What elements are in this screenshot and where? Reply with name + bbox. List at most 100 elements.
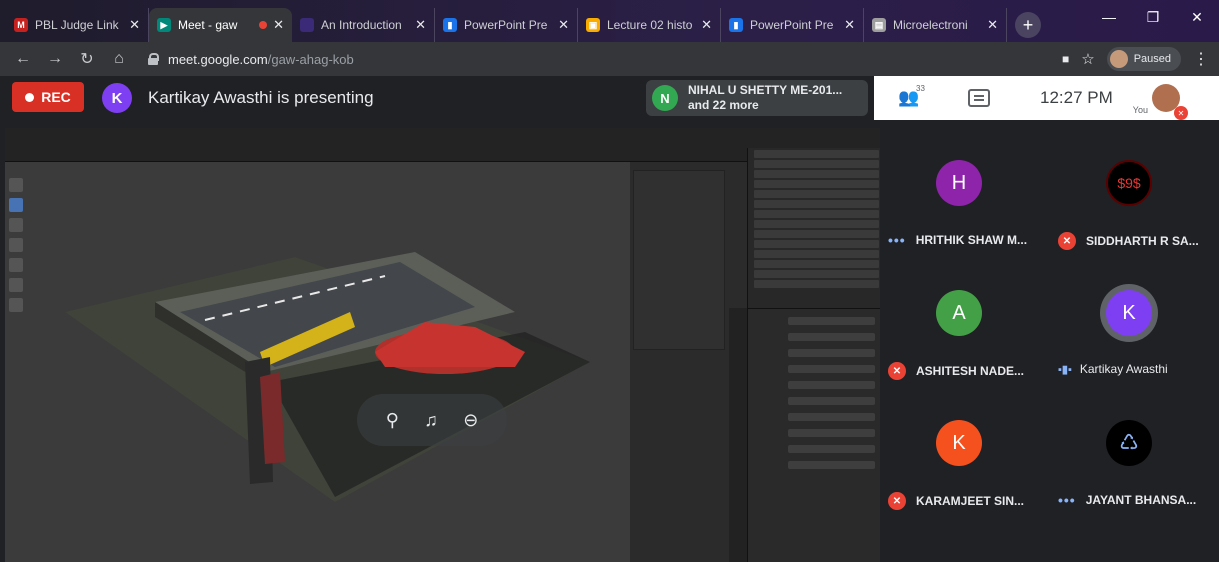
tab-title: PowerPoint Pre [750,18,834,32]
remove-icon[interactable]: ⊖ [463,410,478,431]
browser-tab-bar: M PBL Judge Link ✕ ▶ Meet - gaw ✕ An Int… [0,0,1219,42]
close-icon[interactable]: ✕ [987,17,998,33]
participant-name: KARAMJEET SIN... [916,494,1025,508]
blender-toolbar [9,178,27,318]
reload-icon[interactable]: ↻ [74,49,100,69]
select-tool-icon [9,178,23,192]
avatar: N [652,85,678,111]
overflow-name: NIHAL U SHETTY ME-201... [688,83,843,97]
participant-tile[interactable]: A ✕ ASHITESH NADE... [880,264,1050,394]
url-field[interactable]: meet.google.com/gaw-ahag-kob [148,52,354,67]
document-icon: ▮ [443,18,457,32]
participant-tile[interactable]: K ▪▮▪ Kartikay Awasthi [1050,264,1219,394]
you-label: You [1132,105,1148,115]
move-tool-icon [9,198,23,212]
self-avatar[interactable]: ✕ [1151,84,1188,120]
3d-scene [65,252,590,502]
overflow-more: and 22 more [688,98,759,112]
gmail-icon: M [14,18,28,32]
page-icon: ▤ [872,18,886,32]
presenter-info: K Kartikay Awasthi is presenting [102,83,374,113]
presenter-hover-controls: ⚲ ♫ ⊖ [357,394,507,446]
home-icon[interactable]: ⌂ [106,50,132,68]
blender-properties-tabs [729,308,747,562]
participant-tile[interactable]: $9$ ✕ SIDDHARTH R SA... [1050,134,1219,264]
participant-tile[interactable]: H ••• HRITHIK SHAW M... [880,134,1050,264]
mic-off-icon: ✕ [888,492,906,510]
presentation-stage: ⚲ ♫ ⊖ [5,128,885,562]
tab-title: Lecture 02 histo [607,18,693,32]
forward-icon[interactable]: → [42,50,68,68]
avatar: K [102,83,132,113]
tab-title: Meet - gaw [178,18,238,32]
overflow-participants-chip[interactable]: N NIHAL U SHETTY ME-201... and 22 more [646,80,868,116]
mic-off-icon: ✕ [1058,232,1076,250]
tab-introduction[interactable]: An Introduction ✕ [292,8,435,42]
avatar: K [936,420,982,466]
pin-icon[interactable]: ⚲ [386,410,399,431]
mute-icon[interactable]: ♫ [424,410,438,431]
lock-icon[interactable] [148,53,159,65]
meeting-clock: 12:27 PM [1040,88,1113,107]
blender-viewport: ⚲ ♫ ⊖ [5,162,630,562]
logo-avatar-icon: ♺ [1106,420,1152,466]
participant-name: HRITHIK SHAW M... [915,233,1028,247]
url-path: /gaw-ahag-kob [267,51,354,67]
minimize-icon[interactable]: — [1087,0,1131,34]
page-icon [300,18,314,32]
participant-tile[interactable]: ♺ ••• JAYANT BHANSA... [1050,394,1219,524]
tab-microelectronics[interactable]: ▤ Microelectroni ✕ [864,8,1007,42]
avatar: K [1106,290,1152,336]
maximize-icon[interactable]: ❐ [1131,0,1175,34]
meet-controls-bar: 👥 33 12:27 PM You ✕ [874,76,1219,120]
camera-icon[interactable]: ■ [1062,52,1069,66]
new-tab-button[interactable]: + [1015,12,1041,38]
rotate-tool-icon [9,218,23,232]
close-icon[interactable]: ✕ [558,17,569,33]
tab-title: Microelectroni [893,18,968,32]
participant-grid: H ••• HRITHIK SHAW M... $9$ ✕ SIDDHARTH R … [880,120,1219,562]
blender-properties [747,308,885,562]
tab-title: PowerPoint Pre [464,18,548,32]
tab-title: An Introduction [321,18,402,32]
close-icon[interactable]: ✕ [844,17,855,33]
tab-powerpoint-1[interactable]: ▮ PowerPoint Pre ✕ [435,8,578,42]
avatar: $9$ [1106,160,1152,206]
avatar [1109,50,1128,68]
transform-tool-icon [9,258,23,272]
participant-name: SIDDHARTH R SA... [1086,234,1199,248]
document-icon: ▮ [729,18,743,32]
more-options-icon[interactable]: ••• [1058,492,1076,508]
profile-status: Paused [1133,53,1171,65]
tab-meet[interactable]: ▶ Meet - gaw ✕ [149,8,292,42]
tab-pbl-judge[interactable]: M PBL Judge Link ✕ [6,8,149,42]
tab-title: PBL Judge Link [35,18,119,32]
shared-screen: ⚲ ♫ ⊖ [5,128,885,562]
more-options-icon[interactable]: ••• [888,232,906,248]
participant-tile[interactable]: K ✕ KARAMJEET SIN... [880,394,1050,524]
annotate-tool-icon [9,278,23,292]
window-controls: — ❐ ✕ [1087,0,1219,34]
speaking-icon: ▪▮▪ [1058,363,1072,376]
meet-icon: ▶ [157,18,171,32]
participant-name: JAYANT BHANSA... [1085,493,1197,507]
close-icon[interactable]: ✕ [273,17,284,33]
tab-lecture[interactable]: ▣ Lecture 02 histo ✕ [578,8,721,42]
mic-off-icon: ✕ [1173,106,1188,120]
avatar: H [936,160,982,206]
close-icon[interactable]: ✕ [129,17,140,33]
address-bar: ← → ↻ ⌂ meet.google.com/gaw-ahag-kob ■ ☆… [0,42,1219,76]
close-window-icon[interactable]: ✕ [1175,0,1219,34]
back-icon[interactable]: ← [10,50,36,68]
url-host: meet.google.com [168,51,268,67]
mic-off-icon: ✕ [888,362,906,380]
close-icon[interactable]: ✕ [701,17,712,33]
star-icon[interactable]: ☆ [1081,50,1094,68]
chat-icon[interactable] [968,89,990,107]
close-icon[interactable]: ✕ [415,17,426,33]
tab-powerpoint-2[interactable]: ▮ PowerPoint Pre ✕ [721,8,864,42]
recording-label: REC [41,89,71,105]
menu-icon[interactable]: ⋮ [1193,49,1209,69]
people-button[interactable]: 👥 33 [898,84,932,108]
profile-button[interactable]: Paused [1106,47,1181,71]
